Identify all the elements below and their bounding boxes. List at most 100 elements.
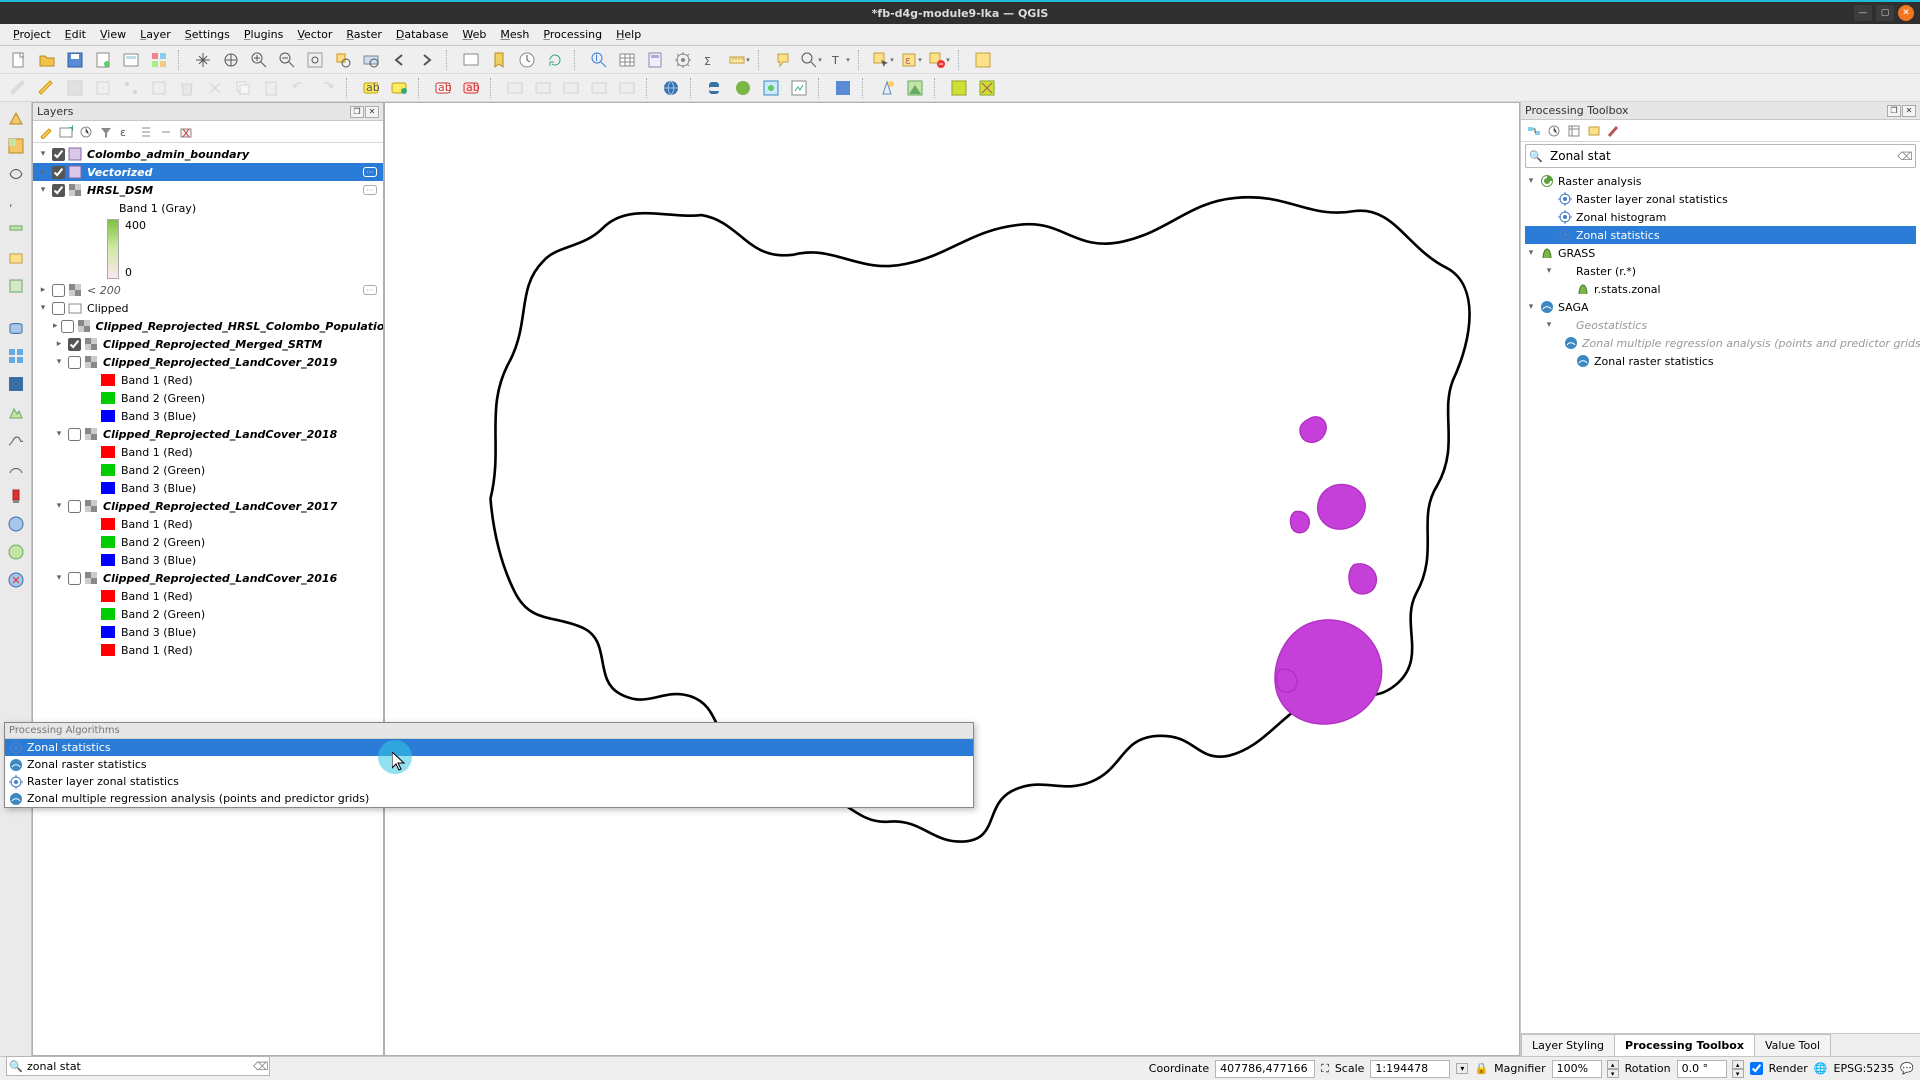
add-feature-button[interactable] xyxy=(90,76,116,100)
add-raster-button[interactable] xyxy=(4,134,28,158)
add-vector-button[interactable] xyxy=(4,106,28,130)
layer-row[interactable]: ▸< 200⋯ xyxy=(33,281,383,299)
layer-visibility-checkbox[interactable] xyxy=(52,302,65,315)
window-close-button[interactable]: ✕ xyxy=(1898,5,1914,21)
menu-edit[interactable]: Edit xyxy=(58,26,93,43)
plugin2-button[interactable] xyxy=(786,76,812,100)
layer-styling-button[interactable] xyxy=(37,123,55,141)
text-annotation-button[interactable]: T▾ xyxy=(826,48,852,72)
tab-processing-toolbox[interactable]: Processing Toolbox xyxy=(1614,1034,1755,1056)
plugin5-button[interactable] xyxy=(902,76,928,100)
diagram-button[interactable] xyxy=(386,76,412,100)
layer-band[interactable]: Band 2 (Green) xyxy=(33,533,383,551)
layer-row[interactable]: ▸Clipped_Reprojected_HRSL_Colombo_Popula… xyxy=(33,317,383,335)
filter-legend-button[interactable] xyxy=(97,123,115,141)
layer-visibility-checkbox[interactable] xyxy=(52,284,65,297)
layer-visibility-checkbox[interactable] xyxy=(68,572,81,585)
expand-icon[interactable]: ▾ xyxy=(53,501,65,511)
delete-selected-button[interactable] xyxy=(174,76,200,100)
toolbox-item[interactable]: ▾GRASS xyxy=(1525,244,1916,262)
layer-visibility-checkbox[interactable] xyxy=(68,428,81,441)
extents-icon[interactable]: ⛶ xyxy=(1321,1062,1329,1076)
zoom-out-button[interactable] xyxy=(274,48,300,72)
cut-button[interactable] xyxy=(202,76,228,100)
zoom-last-button[interactable] xyxy=(386,48,412,72)
select-all-button[interactable] xyxy=(970,48,996,72)
rotate-label-button[interactable] xyxy=(558,76,584,100)
menu-raster[interactable]: Raster xyxy=(339,26,388,43)
layer-row[interactable]: ▸Vectorized⋯ xyxy=(33,163,383,181)
layer-band[interactable]: Band 2 (Green) xyxy=(33,605,383,623)
pin-label-button[interactable]: abc xyxy=(458,76,484,100)
expand-icon[interactable]: ▾ xyxy=(53,429,65,439)
add-mesh-button[interactable] xyxy=(4,162,28,186)
menu-web[interactable]: Web xyxy=(455,26,493,43)
remove-layer-button[interactable] xyxy=(177,123,195,141)
coord-input[interactable] xyxy=(1215,1060,1315,1078)
render-checkbox[interactable] xyxy=(1750,1062,1763,1075)
paste-button[interactable] xyxy=(258,76,284,100)
toolbox-item[interactable]: Zonal raster statistics xyxy=(1525,352,1916,370)
add-virtual-button[interactable] xyxy=(4,246,28,270)
highlight-label-button[interactable]: abc xyxy=(430,76,456,100)
layer-band[interactable]: Band 1 (Red) xyxy=(33,587,383,605)
toolbox-item[interactable]: ▾Geostatistics xyxy=(1525,316,1916,334)
mag-up-button[interactable]: ▴ xyxy=(1607,1060,1619,1069)
pan-button[interactable] xyxy=(190,48,216,72)
change-label-button[interactable] xyxy=(586,76,612,100)
processing-button[interactable] xyxy=(670,48,696,72)
toolbox-item[interactable]: Zonal histogram xyxy=(1525,208,1916,226)
digitize-button[interactable] xyxy=(4,428,28,452)
expand-icon[interactable]: ▸ xyxy=(37,167,49,177)
layer-visibility-checkbox[interactable] xyxy=(68,356,81,369)
magnifier-input[interactable] xyxy=(1552,1060,1602,1078)
layers-undock-button[interactable]: ❐ xyxy=(350,106,364,118)
toolbox-item[interactable]: r.stats.zonal xyxy=(1525,280,1916,298)
map-tips-button[interactable] xyxy=(770,48,796,72)
layer-band[interactable]: Band 2 (Green) xyxy=(33,389,383,407)
expand-icon[interactable]: ▾ xyxy=(37,149,49,159)
crs-icon[interactable]: 🌐 xyxy=(1814,1062,1828,1075)
expand-all-button[interactable] xyxy=(137,123,155,141)
label-button[interactable]: abc xyxy=(358,76,384,100)
locator-result-item[interactable]: Zonal raster statistics xyxy=(5,756,973,773)
zoom-full-button[interactable] xyxy=(302,48,328,72)
plugin3-button[interactable] xyxy=(830,76,856,100)
tab-layer-styling[interactable]: Layer Styling xyxy=(1521,1034,1615,1056)
attribute-table-button[interactable] xyxy=(614,48,640,72)
menu-mesh[interactable]: Mesh xyxy=(493,26,536,43)
menu-project[interactable]: Project xyxy=(6,26,58,43)
maximize-button[interactable]: ▢ xyxy=(1876,5,1894,21)
expand-icon[interactable]: ▾ xyxy=(1525,176,1537,186)
toolbox-item[interactable]: ▾SAGA xyxy=(1525,298,1916,316)
layer-band[interactable]: Band 2 (Green) xyxy=(33,461,383,479)
layer-row[interactable]: ▾Clipped_Reprojected_LandCover_2018 xyxy=(33,425,383,443)
menu-plugins[interactable]: Plugins xyxy=(237,26,290,43)
toolbox-item[interactable]: ▾Raster analysis xyxy=(1525,172,1916,190)
new-virtual-button[interactable] xyxy=(4,400,28,424)
expand-icon[interactable]: ▸ xyxy=(53,339,65,349)
add-spatialite-button[interactable] xyxy=(4,218,28,242)
manage-themes-button[interactable] xyxy=(77,123,95,141)
undo-button[interactable] xyxy=(286,76,312,100)
toolbox-item[interactable]: Zonal statistics xyxy=(1525,226,1916,244)
layers-close-button[interactable]: ✕ xyxy=(365,106,379,118)
layer-visibility-checkbox[interactable] xyxy=(61,320,74,333)
locator-input[interactable] xyxy=(25,1060,253,1073)
layer-row[interactable]: ▾Clipped_Reprojected_LandCover_2017 xyxy=(33,497,383,515)
lock-scale-icon[interactable]: 🔒 xyxy=(1474,1062,1488,1075)
zoom-next-button[interactable] xyxy=(414,48,440,72)
menu-layer[interactable]: Layer xyxy=(133,26,178,43)
minimize-button[interactable]: — xyxy=(1854,5,1872,21)
rotation-input[interactable] xyxy=(1677,1060,1727,1078)
locator-bar[interactable]: 🔍 ⌫ xyxy=(6,1056,270,1076)
scale-dropdown-icon[interactable]: ▾ xyxy=(1456,1063,1468,1074)
toolbox-edit-button[interactable] xyxy=(1585,122,1603,140)
collapse-all-button[interactable] xyxy=(157,123,175,141)
change-label2-button[interactable] xyxy=(614,76,640,100)
toolbox-close-button[interactable]: ✕ xyxy=(1902,105,1916,117)
layer-row[interactable]: ▾Clipped xyxy=(33,299,383,317)
new-spatialite-button[interactable] xyxy=(4,372,28,396)
toolbox-tree[interactable]: ▾Raster analysisRaster layer zonal stati… xyxy=(1521,170,1920,1033)
expand-icon[interactable]: ▾ xyxy=(37,303,49,313)
